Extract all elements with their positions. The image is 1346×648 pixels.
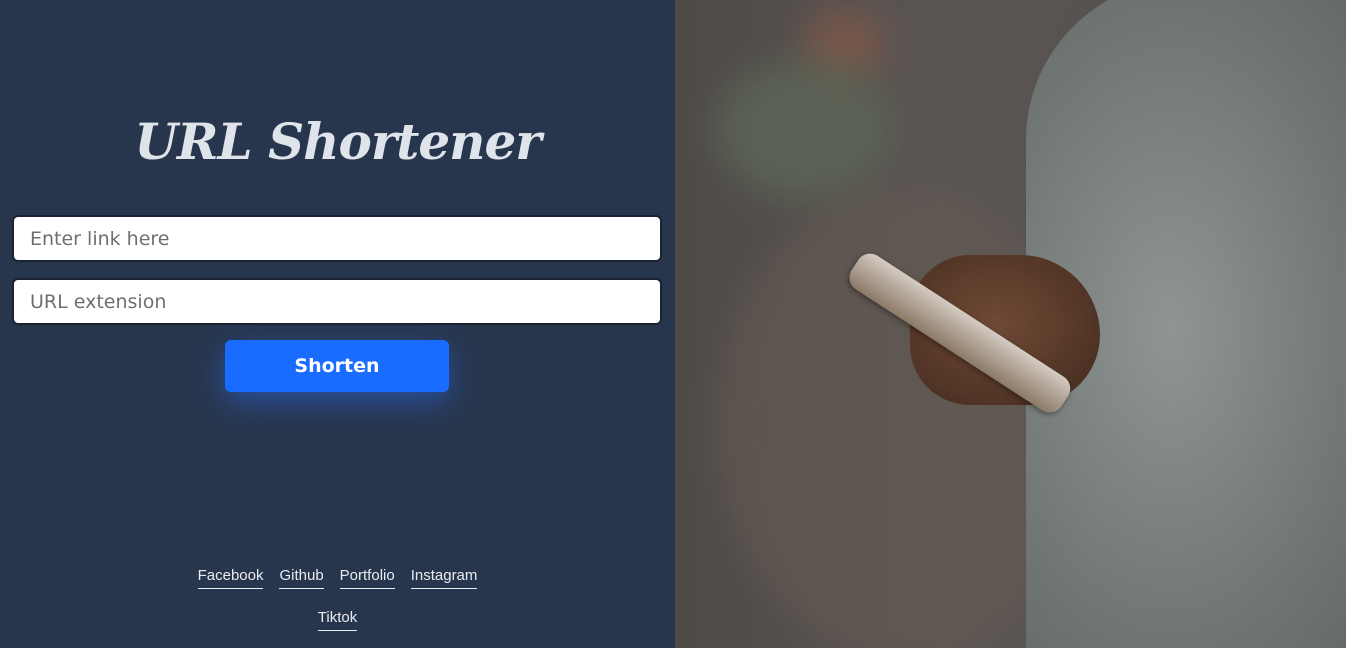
shortener-panel: URL Shortener Shorten Facebook Github Po… <box>0 0 675 648</box>
page: URL Shortener Shorten Facebook Github Po… <box>0 0 1346 648</box>
page-title: URL Shortener <box>134 112 541 171</box>
instagram-link[interactable]: Instagram <box>410 567 478 589</box>
tiktok-link[interactable]: Tiktok <box>317 609 358 631</box>
hero-image <box>675 0 1346 648</box>
shorten-button[interactable]: Shorten <box>225 340 449 392</box>
url-extension-input[interactable] <box>12 278 662 325</box>
social-links-row-2: Tiktok <box>0 609 675 631</box>
social-links: Facebook Github Portfolio Instagram Tikt… <box>0 567 675 631</box>
portfolio-link[interactable]: Portfolio <box>339 567 395 589</box>
facebook-link[interactable]: Facebook <box>197 567 264 589</box>
link-input[interactable] <box>12 215 662 262</box>
github-link[interactable]: Github <box>279 567 324 589</box>
social-links-row: Facebook Github Portfolio Instagram <box>0 567 675 589</box>
blur-foliage <box>715 60 895 200</box>
